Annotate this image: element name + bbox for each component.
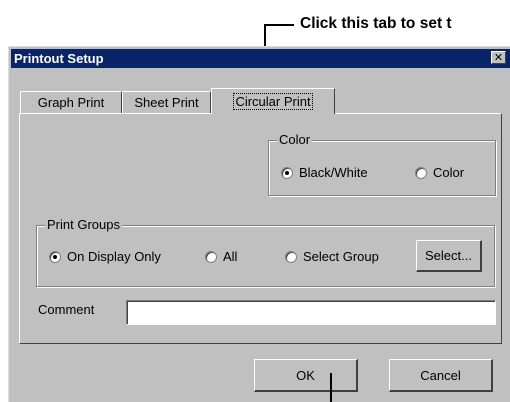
radio-color-label: Color bbox=[433, 165, 465, 180]
radio-all-label: All bbox=[223, 249, 238, 264]
radio-on-display-only-label: On Display Only bbox=[67, 249, 161, 264]
title-bar: Printout Setup ✕ bbox=[11, 49, 510, 68]
callout-leader-line bbox=[264, 24, 294, 26]
radio-select-group-label: Select Group bbox=[303, 249, 379, 264]
ok-button[interactable]: OK bbox=[254, 359, 358, 392]
comment-input[interactable] bbox=[126, 300, 496, 325]
callout-annotation: Click this tab to set t bbox=[300, 15, 452, 32]
close-icon: ✕ bbox=[493, 51, 504, 64]
radio-all-indicator[interactable] bbox=[205, 250, 217, 263]
radio-black-white[interactable]: Black/White bbox=[281, 165, 368, 180]
radio-select-group[interactable]: Select Group bbox=[285, 249, 379, 264]
cancel-button[interactable]: Cancel bbox=[389, 359, 493, 392]
close-button[interactable]: ✕ bbox=[491, 51, 506, 64]
screenshot: Click this tab to set t Printout Setup ✕… bbox=[0, 0, 510, 402]
print-groups-group: Print Groups On Display Only All Select … bbox=[36, 217, 495, 287]
tab-graph-print[interactable]: Graph Print bbox=[20, 91, 122, 113]
tab-circular-print[interactable]: Circular Print bbox=[211, 88, 335, 114]
tab-panel-circular-print: Color Black/White Color Print Groups On … bbox=[19, 113, 502, 344]
tab-sheet-print-label: Sheet Print bbox=[134, 95, 199, 110]
radio-black-white-indicator[interactable] bbox=[281, 166, 293, 179]
color-group: Color Black/White Color bbox=[268, 132, 496, 196]
radio-on-display-only[interactable]: On Display Only bbox=[49, 249, 161, 264]
select-group-button[interactable]: Select... bbox=[416, 240, 482, 272]
tab-graph-print-label: Graph Print bbox=[37, 95, 105, 110]
tab-sheet-print[interactable]: Sheet Print bbox=[122, 91, 211, 113]
radio-select-group-indicator[interactable] bbox=[285, 250, 297, 263]
color-group-label: Color bbox=[277, 132, 313, 147]
callout-leader-line-ok bbox=[330, 373, 332, 402]
radio-all[interactable]: All bbox=[205, 249, 237, 264]
window-title: Printout Setup bbox=[14, 51, 104, 66]
radio-on-display-only-indicator[interactable] bbox=[49, 250, 61, 263]
radio-black-white-label: Black/White bbox=[299, 165, 368, 180]
radio-color-indicator[interactable] bbox=[415, 166, 427, 179]
print-groups-label: Print Groups bbox=[45, 217, 122, 232]
comment-label: Comment bbox=[38, 302, 95, 317]
radio-color[interactable]: Color bbox=[415, 165, 464, 180]
tab-circular-print-label: Circular Print bbox=[233, 93, 313, 110]
